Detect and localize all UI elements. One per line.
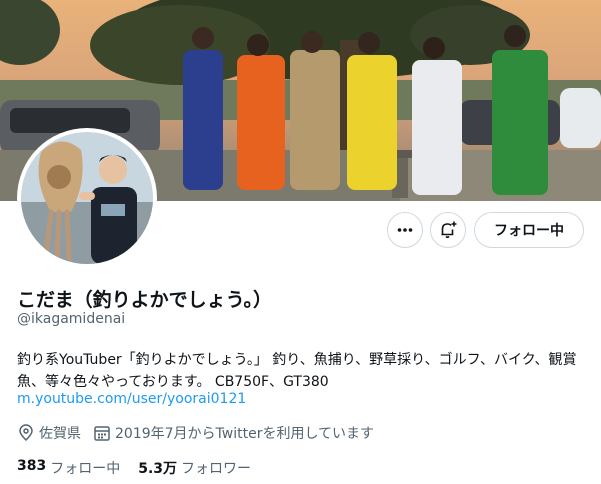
followers-count: 5.3万 (138, 461, 178, 477)
following-count: 383 (17, 458, 47, 474)
location-pin-icon (19, 424, 33, 442)
location-text: 佐賀県 (39, 426, 81, 442)
more-options-button[interactable] (387, 212, 423, 248)
following-label: フォロー中 (50, 461, 121, 477)
bell-plus-icon (441, 221, 457, 239)
followers-count-link[interactable]: 5.3万 フォロワー (138, 458, 251, 478)
profile-meta: 佐賀県 2019年7月からTwitterを利用しています (17, 423, 386, 443)
profile-bio: 釣り系YouTuber「釣りよかでしょう。」 釣り、魚捕り、野草採り、ゴルフ、バ… (17, 352, 577, 390)
following-count-link[interactable]: 383 フォロー中 (17, 458, 120, 478)
location: 佐賀県 (17, 423, 81, 443)
followers-label: フォロワー (181, 461, 252, 477)
profile-avatar[interactable] (17, 128, 157, 268)
calendar-icon (94, 426, 110, 441)
user-handle: @ikagamidenai (17, 311, 126, 327)
more-horizontal-icon (397, 228, 413, 232)
join-date-text: 2019年7月からTwitterを利用しています (115, 426, 375, 442)
profile-website-link[interactable]: m.youtube.com/user/yoorai0121 (17, 391, 246, 407)
following-button[interactable]: フォロー中 (474, 212, 584, 248)
notifications-button[interactable] (430, 212, 466, 248)
display-name: こだま（釣りよかでしょう。） (17, 289, 272, 311)
follow-stats: 383 フォロー中 5.3万 フォロワー (17, 458, 269, 478)
join-date: 2019年7月からTwitterを利用しています (93, 423, 374, 443)
